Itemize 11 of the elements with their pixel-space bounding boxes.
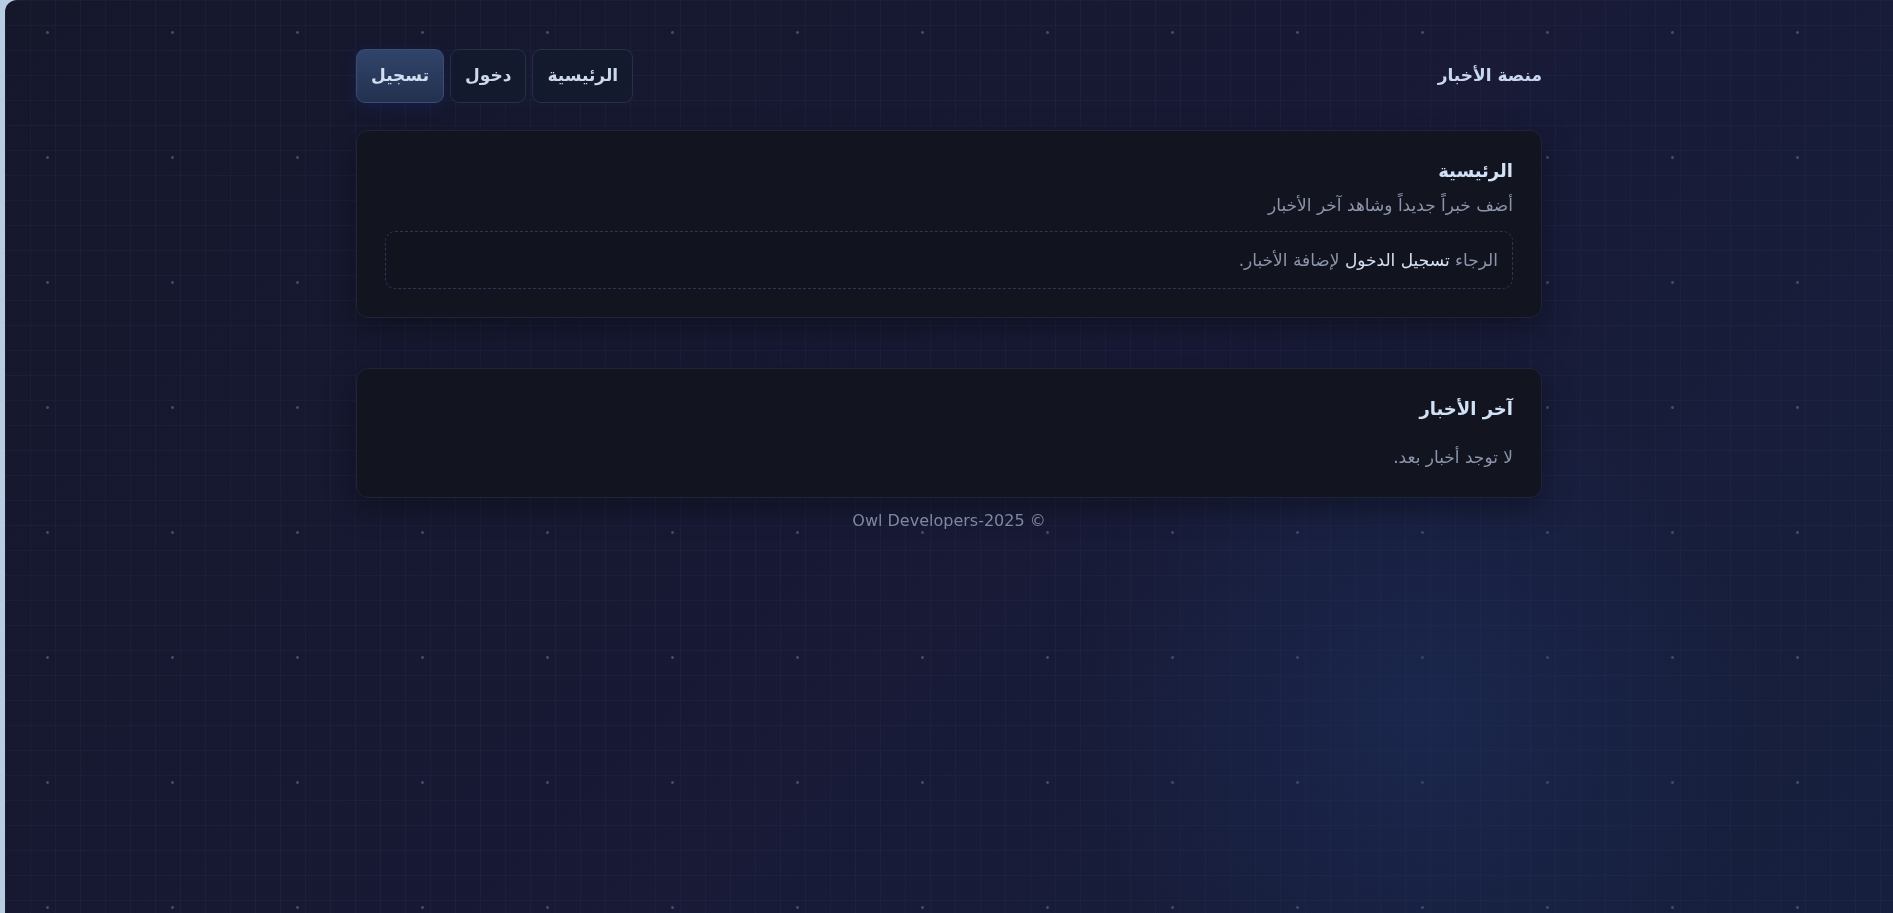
copyright-text: Owl Developers-2025 © <box>852 510 1046 532</box>
notice-text: الرجاء تسجيل الدخول لإضافة الأخبار. <box>1237 249 1498 272</box>
login-link[interactable]: تسجيل الدخول <box>1344 250 1450 270</box>
site-title: منصة الأخبار <box>1437 64 1542 88</box>
card-title: آخر الأخبار <box>1417 397 1513 422</box>
empty-news-text: لا توجد أخبار بعد. <box>1392 445 1513 469</box>
nav-tab[interactable]: الرئيسية <box>532 49 634 103</box>
nav-tab[interactable]: دخول <box>450 49 527 103</box>
nav-tab[interactable]: تسجيل <box>356 49 445 103</box>
card-subtitle: أضف خبراً جديداً وشاهد آخر الأخبار <box>1266 192 1513 217</box>
card-title: الرئيسية <box>1437 159 1513 184</box>
